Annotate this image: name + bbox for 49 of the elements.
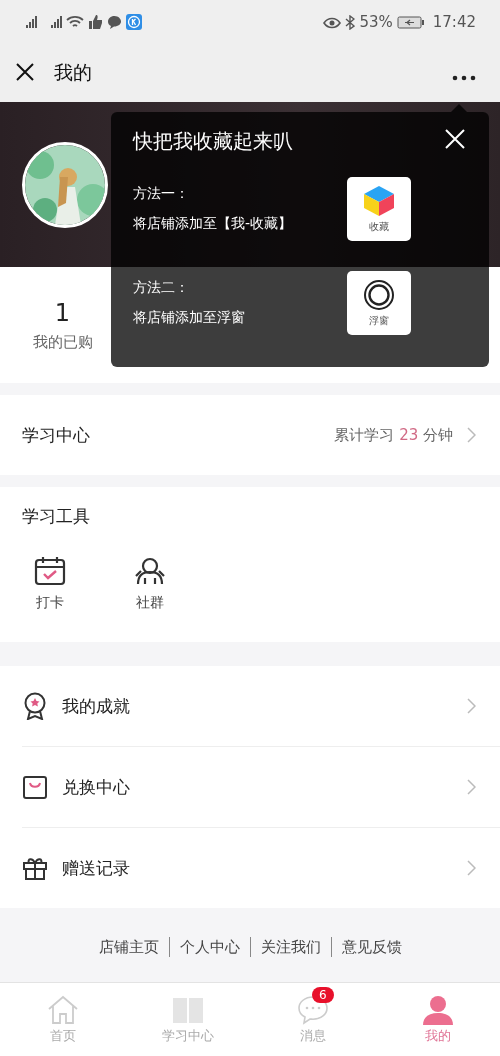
eye-icon: [323, 15, 342, 29]
popup-title: 快把我收藏起来叭: [133, 128, 293, 155]
clock-time: 17:42: [432, 13, 476, 31]
bluetooth-icon: [345, 14, 356, 30]
chevron-right-icon: [467, 698, 476, 714]
signal-icon: [26, 16, 37, 28]
cube-icon: [363, 184, 395, 217]
page-title: 我的: [54, 60, 92, 85]
unread-badge: 6: [312, 987, 334, 1003]
signal-icon: [51, 16, 62, 28]
tool-label[interactable]: 打卡: [36, 594, 64, 612]
calendar-check-icon: [34, 556, 66, 586]
home-icon: [46, 994, 79, 1025]
app-icon: [126, 14, 142, 30]
footer-link[interactable]: 关注我们: [249, 937, 331, 957]
tab[interactable]: 消息 6: [250, 983, 375, 1056]
method-text: 将店铺添加至浮窗: [133, 309, 245, 327]
chevron-right-icon: [467, 779, 476, 795]
medal-icon: [22, 692, 48, 720]
stat-label[interactable]: 我的已购: [32, 332, 93, 352]
learning-center-row[interactable]: 学习中心 累计学习 23 分钟: [0, 395, 500, 475]
group-icon: [134, 556, 166, 586]
method-tile[interactable]: 浮窗: [347, 271, 411, 335]
thumbs-up-icon: [88, 15, 103, 29]
chat-bubble-icon: [107, 15, 122, 29]
stat-value: 1: [54, 298, 71, 327]
section-title: 学习中心: [22, 423, 90, 447]
footer-link[interactable]: 意见反馈: [330, 937, 412, 957]
battery-charging-icon: [396, 15, 425, 29]
method-label: 方法二：: [133, 279, 190, 297]
chevron-right-icon: [467, 860, 476, 876]
menu-item[interactable]: 兑换中心: [62, 775, 453, 799]
footer-link[interactable]: 店铺主页: [88, 937, 169, 957]
gift-icon: [22, 855, 48, 881]
wifi-icon: [66, 15, 84, 29]
method-tile[interactable]: 收藏: [347, 177, 411, 241]
study-time: 累计学习 23 分钟: [334, 425, 453, 445]
section-title: 学习工具: [22, 506, 90, 526]
tool-label[interactable]: 社群: [136, 594, 164, 612]
footer-link[interactable]: 个人中心: [168, 937, 250, 957]
method-label: 方法一：: [133, 185, 190, 203]
battery-percent: 53%: [359, 13, 393, 31]
menu-item[interactable]: 我的成就: [62, 694, 453, 718]
ring-icon: [363, 278, 395, 311]
user-icon: [421, 994, 454, 1025]
shopping-bag-icon: [22, 774, 48, 800]
chevron-right-icon: [467, 427, 476, 443]
method-text: 将店铺添加至【我-收藏】: [133, 215, 293, 233]
menu-item[interactable]: 赠送记录: [62, 856, 453, 880]
